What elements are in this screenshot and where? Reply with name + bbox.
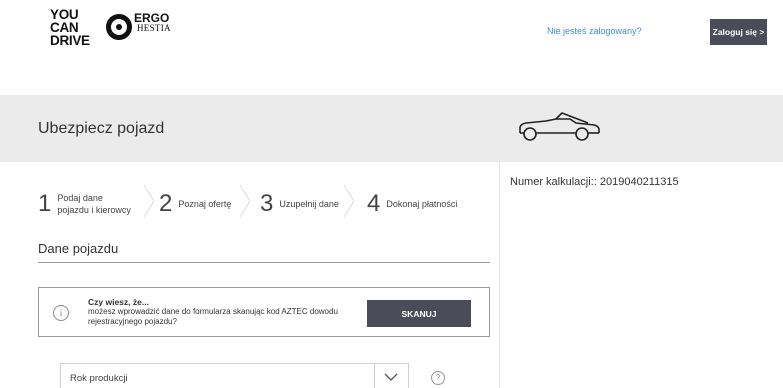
step-1: 1 Podaj dane pojazdu i kierowcy xyxy=(38,184,131,224)
section-divider xyxy=(38,262,490,263)
info-text: możesz wprowadzić dane do formularza ska… xyxy=(88,307,338,326)
step-number: 3 xyxy=(260,190,274,217)
step-label-line: pojazdu i kierowcy xyxy=(57,205,131,215)
step-number: 2 xyxy=(159,190,173,217)
login-button[interactable]: Zaloguj się > xyxy=(710,19,767,45)
logo-circle-icon xyxy=(106,14,132,40)
calculation-number: Numer kalkulacji:: 2019040211315 xyxy=(510,176,679,188)
header: YOU CAN DRIVE ERGO HESTIA Nie jesteś zal… xyxy=(0,0,783,95)
step-2: 2 Poznaj ofertę xyxy=(159,184,231,224)
not-logged-in-link[interactable]: Nie jesteś zalogowany? xyxy=(547,26,642,36)
step-separator-icon xyxy=(343,184,355,218)
select-divider xyxy=(374,364,375,388)
calculation-sidebar: Numer kalkulacji:: 2019040211315 xyxy=(499,162,783,388)
help-icon[interactable]: ? xyxy=(431,371,445,385)
step-label: Uzupełnij dane xyxy=(279,199,339,209)
info-heading: Czy wiesz, że... xyxy=(88,297,149,307)
step-number: 1 xyxy=(38,190,52,217)
step-separator-icon xyxy=(239,184,251,218)
section-title: Dane pojazdu xyxy=(38,241,119,256)
production-year-label: Rok produkcji xyxy=(70,373,128,384)
info-icon: i xyxy=(53,305,69,321)
brand-logo[interactable]: YOU CAN DRIVE ERGO HESTIA xyxy=(50,8,170,50)
page-title: Ubezpiecz pojazd xyxy=(38,120,165,137)
step-label: Dokonaj płatności xyxy=(386,199,458,209)
step-number: 4 xyxy=(367,190,381,217)
step-3: 3 Uzupełnij dane xyxy=(260,184,339,224)
chevron-down-icon[interactable] xyxy=(384,372,398,382)
step-4: 4 Dokonaj płatności xyxy=(367,184,457,224)
step-separator-icon xyxy=(143,184,155,218)
step-label: Podaj dane pojazdu i kierowcy xyxy=(57,192,131,216)
logo-sub: HESTIA xyxy=(137,23,171,33)
page-banner: Ubezpiecz pojazd xyxy=(0,95,783,162)
step-label: Poznaj ofertę xyxy=(178,199,232,209)
car-icon xyxy=(519,112,600,141)
progress-steps: 1 Podaj dane pojazdu i kierowcy 2 Poznaj… xyxy=(38,184,490,224)
logo-line-3: DRIVE xyxy=(50,33,90,48)
scan-button[interactable]: SKANUJ xyxy=(367,300,471,327)
production-year-select[interactable]: Rok produkcji xyxy=(60,363,409,388)
step-label-line: Podaj dane xyxy=(57,193,103,203)
logo-wordmark: YOU CAN DRIVE xyxy=(50,8,90,48)
aztec-info-box: i Czy wiesz, że... możesz wprowadzić dan… xyxy=(38,287,490,337)
